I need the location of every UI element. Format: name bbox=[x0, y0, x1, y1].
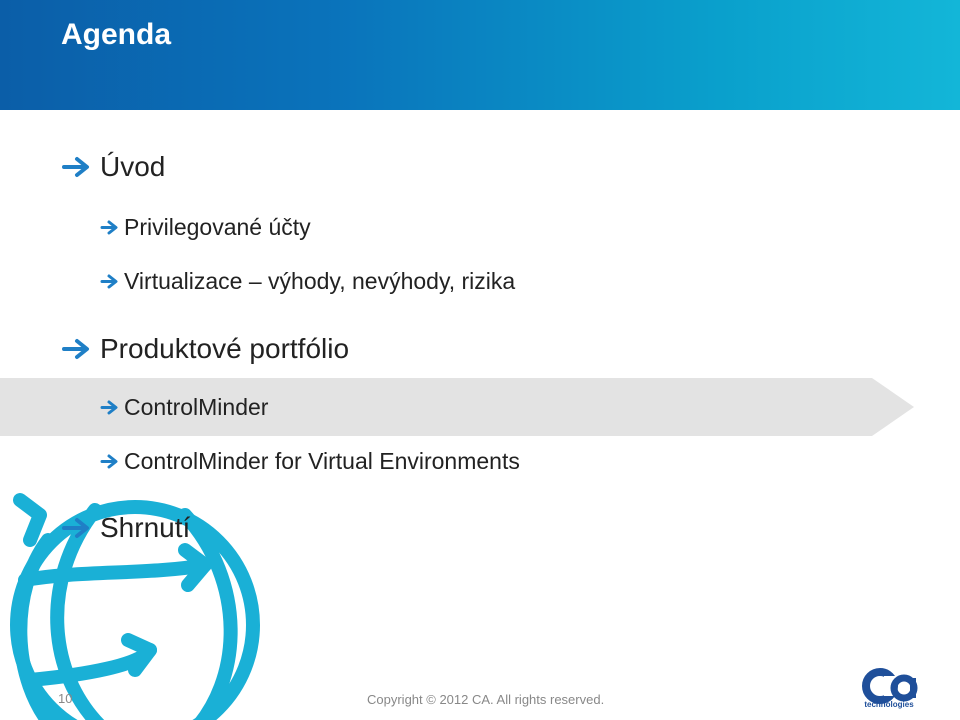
arrow-bullet-icon bbox=[62, 157, 89, 177]
agenda-item-label: Produktové portfólio bbox=[100, 333, 350, 364]
agenda-subitem-privileged-accounts: Privilegované účty bbox=[100, 214, 311, 241]
arrow-bullet-icon bbox=[62, 339, 89, 359]
logo-subtitle: technologies bbox=[864, 700, 914, 709]
agenda-item-label: ControlMinder bbox=[124, 394, 269, 420]
agenda-item-uvod: Úvod bbox=[62, 151, 165, 183]
arrow-bullet-icon bbox=[100, 274, 118, 289]
agenda-subitem-controlminder: ControlMinder bbox=[100, 394, 268, 421]
slide-title: Agenda bbox=[61, 18, 172, 51]
agenda-item-label: Shrnutí bbox=[100, 512, 191, 543]
arrow-bullet-icon bbox=[100, 220, 118, 235]
agenda-item-label: ControlMinder for Virtual Environments bbox=[124, 448, 520, 474]
copyright-notice: Copyright © 2012 CA. All rights reserved… bbox=[367, 692, 605, 707]
agenda-item-label: Virtualizace – výhody, nevýhody, rizika bbox=[124, 268, 516, 294]
arrow-bullet-icon bbox=[100, 454, 118, 469]
slide: Agenda Úvod Privilegované účty Virtualiz… bbox=[0, 0, 960, 720]
agenda-item-summary: Shrnutí bbox=[62, 512, 190, 544]
page-number: 10 bbox=[58, 691, 73, 706]
agenda-item-label: Úvod bbox=[100, 151, 166, 182]
title-bar: Agenda bbox=[0, 0, 960, 110]
agenda-item-product-portfolio: Produktové portfólio bbox=[62, 333, 349, 365]
agenda-subitem-virtualization: Virtualizace – výhody, nevýhody, rizika bbox=[100, 268, 515, 295]
agenda-item-label: Privilegované účty bbox=[124, 214, 311, 240]
arrow-bullet-icon bbox=[62, 518, 89, 538]
arrow-bullet-icon bbox=[100, 400, 118, 415]
agenda-subitem-controlminder-virtual: ControlMinder for Virtual Environments bbox=[100, 448, 520, 475]
globe-decoration bbox=[10, 493, 260, 720]
